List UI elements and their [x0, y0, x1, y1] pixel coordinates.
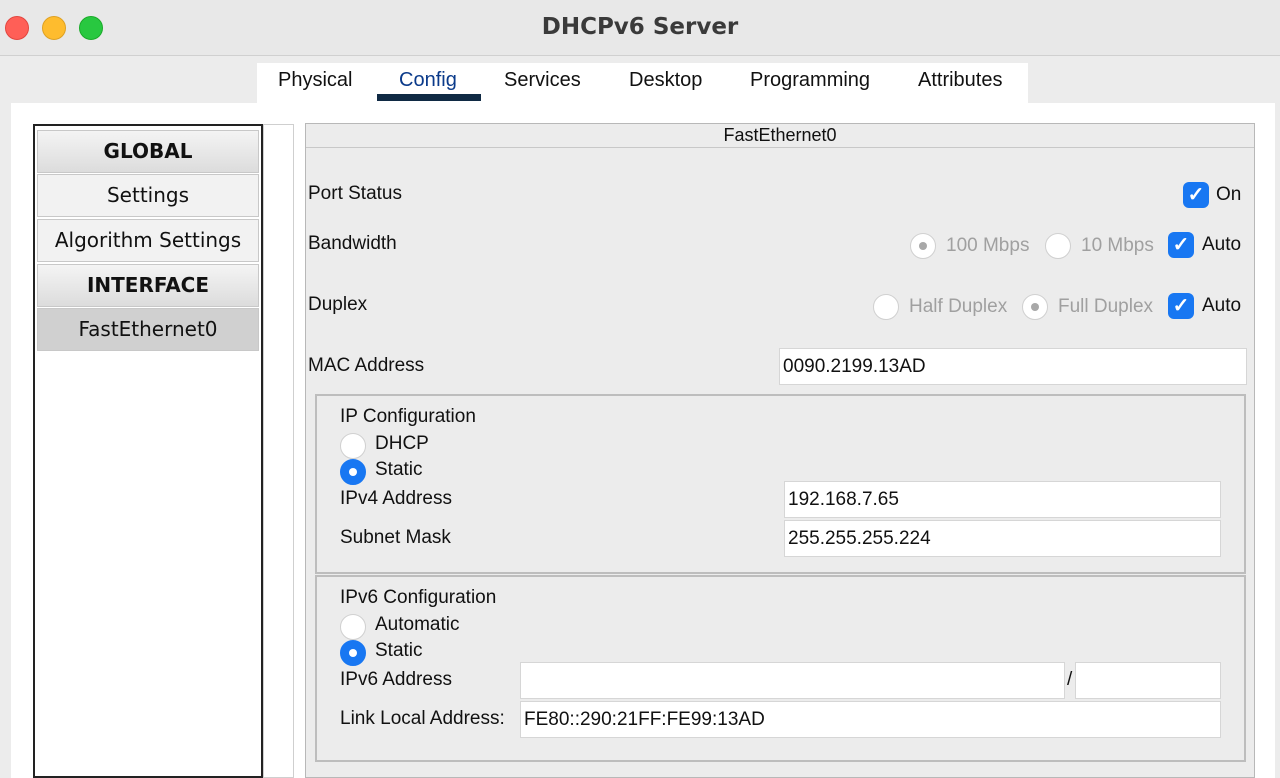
dhcp-label: DHCP — [375, 433, 429, 454]
port-status-label: Port Status — [308, 183, 402, 204]
mac-address-label: MAC Address — [308, 355, 425, 376]
sidebar-scrollbar[interactable] — [263, 124, 294, 778]
duplex-label: Duplex — [308, 294, 368, 315]
link-local-address-field[interactable] — [520, 701, 1221, 738]
ipv6-automatic-label: Automatic — [375, 614, 460, 635]
full-duplex-label: Full Duplex — [1058, 296, 1154, 317]
mac-address-field[interactable] — [779, 348, 1247, 385]
tab-desktop[interactable]: Desktop — [629, 69, 702, 92]
bandwidth-label: Bandwidth — [308, 233, 397, 254]
subnet-mask-field[interactable] — [784, 520, 1221, 557]
bandwidth-100-label: 100 Mbps — [946, 235, 1030, 256]
ipv6-address-field[interactable] — [520, 662, 1065, 699]
half-duplex-label: Half Duplex — [909, 296, 1008, 317]
port-status-on-label: On — [1216, 184, 1242, 205]
ipv6-address-label: IPv6 Address — [340, 669, 452, 690]
tab-physical[interactable]: Physical — [278, 69, 352, 92]
tab-services[interactable]: Services — [504, 69, 581, 92]
ipv6-automatic-radio[interactable] — [340, 614, 366, 640]
ipv6-configuration-group: IPv6 Configuration Automatic Static IPv6… — [315, 575, 1246, 762]
bandwidth-auto-checkbox[interactable]: ✓ — [1168, 232, 1194, 258]
bandwidth-10-radio[interactable] — [1045, 233, 1071, 259]
sidebar-item-settings[interactable]: Settings — [37, 174, 259, 217]
sidebar-item-fastethernet0[interactable]: FastEthernet0 — [37, 308, 259, 351]
port-status-checkbox[interactable]: ✓ — [1183, 182, 1209, 208]
full-duplex-radio[interactable] — [1022, 294, 1048, 320]
active-tab-indicator — [377, 94, 481, 101]
link-local-address-label: Link Local Address: — [340, 708, 505, 729]
duplex-auto-label: Auto — [1202, 295, 1242, 316]
title-bar: DHCPv6 Server — [0, 0, 1280, 56]
tab-attributes[interactable]: Attributes — [918, 69, 1002, 92]
bandwidth-auto-label: Auto — [1202, 234, 1242, 255]
bandwidth-10-label: 10 Mbps — [1081, 235, 1154, 256]
sidebar-global-header[interactable]: GLOBAL — [37, 130, 259, 173]
interface-panel: FastEthernet0 Port Status ✓ On Bandwidth… — [305, 123, 1255, 778]
ipv6-prefix-length-field[interactable] — [1075, 662, 1221, 699]
sidebar-item-algorithm-settings[interactable]: Algorithm Settings — [37, 219, 259, 262]
ipv6-static-label: Static — [375, 640, 423, 661]
window-title: DHCPv6 Server — [541, 14, 739, 40]
subnet-mask-label: Subnet Mask — [340, 527, 451, 548]
interface-title: FastEthernet0 — [306, 124, 1254, 148]
ipv4-static-radio[interactable] — [340, 459, 366, 485]
dhcp-radio[interactable] — [340, 433, 366, 459]
ipv4-address-field[interactable] — [784, 481, 1221, 518]
ipv6-static-radio[interactable] — [340, 640, 366, 666]
tab-bar: Physical Config Services Desktop Program… — [257, 63, 1028, 103]
sidebar-interface-header[interactable]: INTERFACE — [37, 264, 259, 307]
duplex-auto-checkbox[interactable]: ✓ — [1168, 293, 1194, 319]
half-duplex-radio[interactable] — [873, 294, 899, 320]
config-sidebar: GLOBAL Settings Algorithm Settings INTER… — [33, 124, 263, 778]
tab-programming[interactable]: Programming — [750, 69, 870, 92]
ip-configuration-title: IP Configuration — [340, 406, 476, 427]
bandwidth-100-radio[interactable] — [910, 233, 936, 259]
ip-configuration-group: IP Configuration DHCP Static IPv4 Addres… — [315, 394, 1246, 574]
ipv6-configuration-title: IPv6 Configuration — [340, 587, 497, 608]
tab-config[interactable]: Config — [399, 69, 457, 92]
ipv4-static-label: Static — [375, 459, 423, 480]
ipv6-prefix-separator: / — [1067, 669, 1073, 690]
ipv4-address-label: IPv4 Address — [340, 488, 452, 509]
